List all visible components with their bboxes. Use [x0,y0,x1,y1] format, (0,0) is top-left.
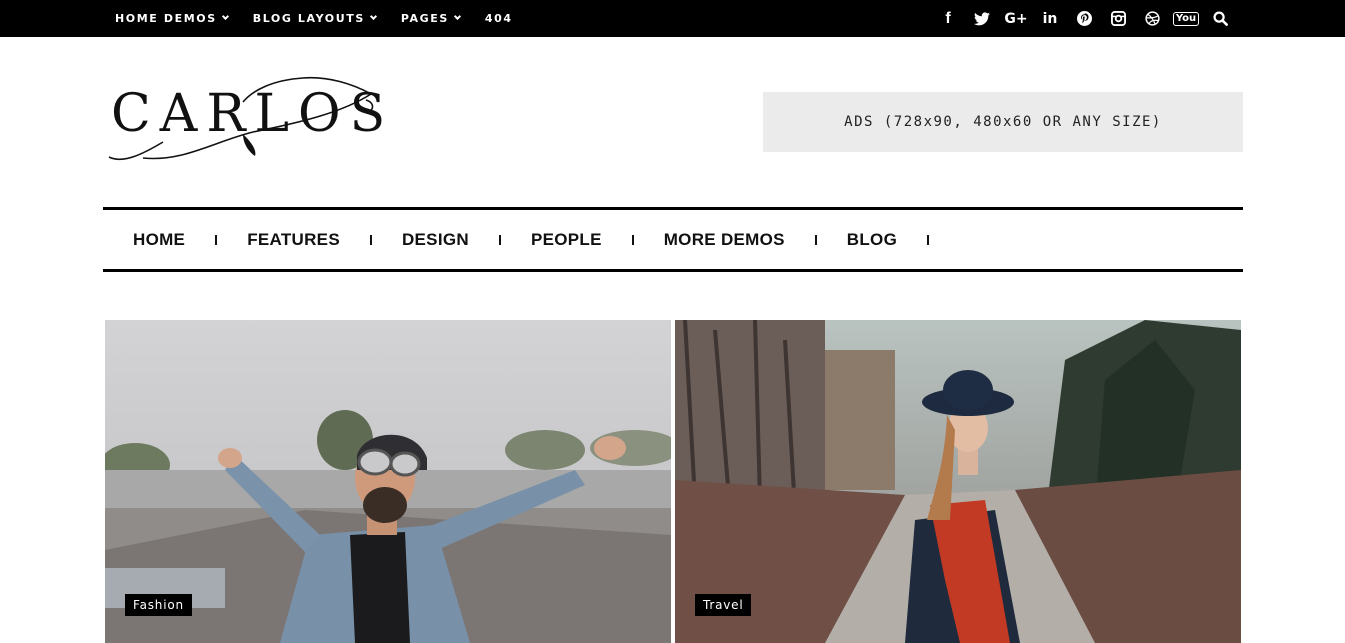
nav-separator [369,234,372,245]
nav-item-people[interactable]: PEOPLE [531,230,602,250]
featured-post-card[interactable]: Fashion [105,320,671,643]
top-menu-label: PAGES [400,12,449,25]
nav-item-design[interactable]: DESIGN [402,230,469,250]
top-menu-pages[interactable]: PAGES [400,12,461,25]
top-menu-label: 404 [484,12,513,25]
nav-item-blog[interactable]: BLOG [847,230,897,250]
pinterest-icon[interactable] [1067,0,1101,37]
top-menu-label: BLOG LAYOUTS [252,12,365,25]
top-bar: HOME DEMOS BLOG LAYOUTS PAGES 404 f G+ i… [0,0,1345,37]
post-image [675,320,1241,643]
chevron-down-icon [453,12,461,21]
ad-banner[interactable]: ADS (728x90, 480x60 OR ANY SIZE) [763,92,1243,152]
top-menu-home-demos[interactable]: HOME DEMOS [115,12,229,25]
search-icon[interactable] [1203,0,1237,37]
nav-separator [814,234,817,245]
facebook-glyph: f [945,9,951,27]
dribbble-icon[interactable] [1135,0,1169,37]
category-badge[interactable]: Fashion [125,594,192,616]
linkedin-glyph: in [1042,10,1058,27]
nav-separator [927,234,930,245]
main-nav: HOME FEATURES DESIGN PEOPLE MORE DEMOS B… [103,207,1243,272]
google-plus-glyph: G+ [1004,10,1028,27]
nav-separator [631,234,634,245]
nav-item-home[interactable]: HOME [133,230,185,250]
social-links: f G+ in You [931,0,1237,37]
ad-banner-label: ADS (728x90, 480x60 OR ANY SIZE) [844,114,1162,130]
chevron-down-icon [221,12,229,21]
site-logo[interactable]: CARLOS [103,72,385,167]
nav-item-more-demos[interactable]: MORE DEMOS [664,230,785,250]
logo-wordmark: CARLOS [111,84,395,144]
nav-separator [215,234,218,245]
featured-post-card[interactable]: Travel [675,320,1241,643]
category-badge[interactable]: Travel [695,594,752,616]
linkedin-icon[interactable]: in [1033,0,1067,37]
top-menu: HOME DEMOS BLOG LAYOUTS PAGES 404 [115,0,538,37]
top-menu-label: HOME DEMOS [115,12,217,25]
instagram-icon[interactable] [1101,0,1135,37]
twitter-icon[interactable] [965,0,999,37]
top-menu-404[interactable]: 404 [485,12,513,25]
chevron-down-icon [369,12,377,21]
youtube-icon[interactable]: You [1169,0,1203,37]
nav-item-features[interactable]: FEATURES [247,230,340,250]
facebook-icon[interactable]: f [931,0,965,37]
youtube-glyph: You [1172,11,1200,26]
google-plus-icon[interactable]: G+ [999,0,1033,37]
nav-separator [498,234,501,245]
top-menu-blog-layouts[interactable]: BLOG LAYOUTS [252,12,377,25]
